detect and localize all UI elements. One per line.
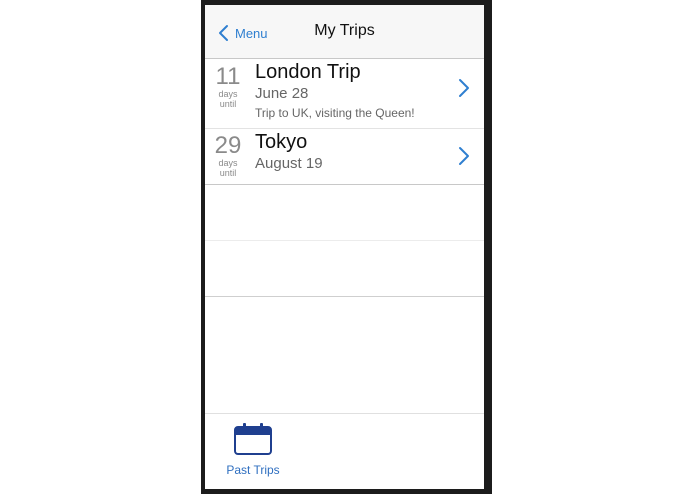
- empty-row: [205, 185, 484, 241]
- empty-list-area: [205, 185, 484, 297]
- trip-date: June 28: [255, 85, 309, 102]
- trip-description: Trip to UK, visiting the Queen!: [255, 106, 415, 120]
- trip-date: August 19: [255, 155, 323, 172]
- app-screen: Menu My Trips 11 days until London Trip …: [205, 5, 484, 489]
- tab-bar: Past Trips: [205, 413, 484, 489]
- trip-name: London Trip: [255, 61, 361, 83]
- trip-list: 11 days until London Trip June 28 Trip t…: [205, 59, 484, 185]
- days-countdown: 29 days until: [210, 132, 246, 179]
- trip-row-london[interactable]: 11 days until London Trip June 28 Trip t…: [205, 59, 484, 129]
- until-label: until: [219, 168, 237, 178]
- days-label: days: [218, 158, 238, 168]
- navigation-bar: Menu My Trips: [205, 5, 484, 59]
- days-count: 11: [215, 63, 241, 90]
- tab-past-trips[interactable]: Past Trips: [219, 422, 287, 477]
- tab-past-trips-label: Past Trips: [226, 463, 280, 477]
- trip-name: Tokyo: [255, 131, 308, 153]
- chevron-right-icon: [459, 79, 469, 97]
- chevron-right-icon: [459, 147, 469, 165]
- days-label: days: [218, 89, 238, 99]
- days-countdown: 11 days until: [210, 63, 246, 110]
- empty-row: [205, 241, 484, 297]
- calendar-icon: [234, 423, 272, 455]
- trip-row-tokyo[interactable]: 29 days until Tokyo August 19: [205, 129, 484, 185]
- days-count: 29: [214, 132, 242, 159]
- page-title: My Trips: [314, 22, 375, 39]
- until-label: until: [219, 99, 237, 109]
